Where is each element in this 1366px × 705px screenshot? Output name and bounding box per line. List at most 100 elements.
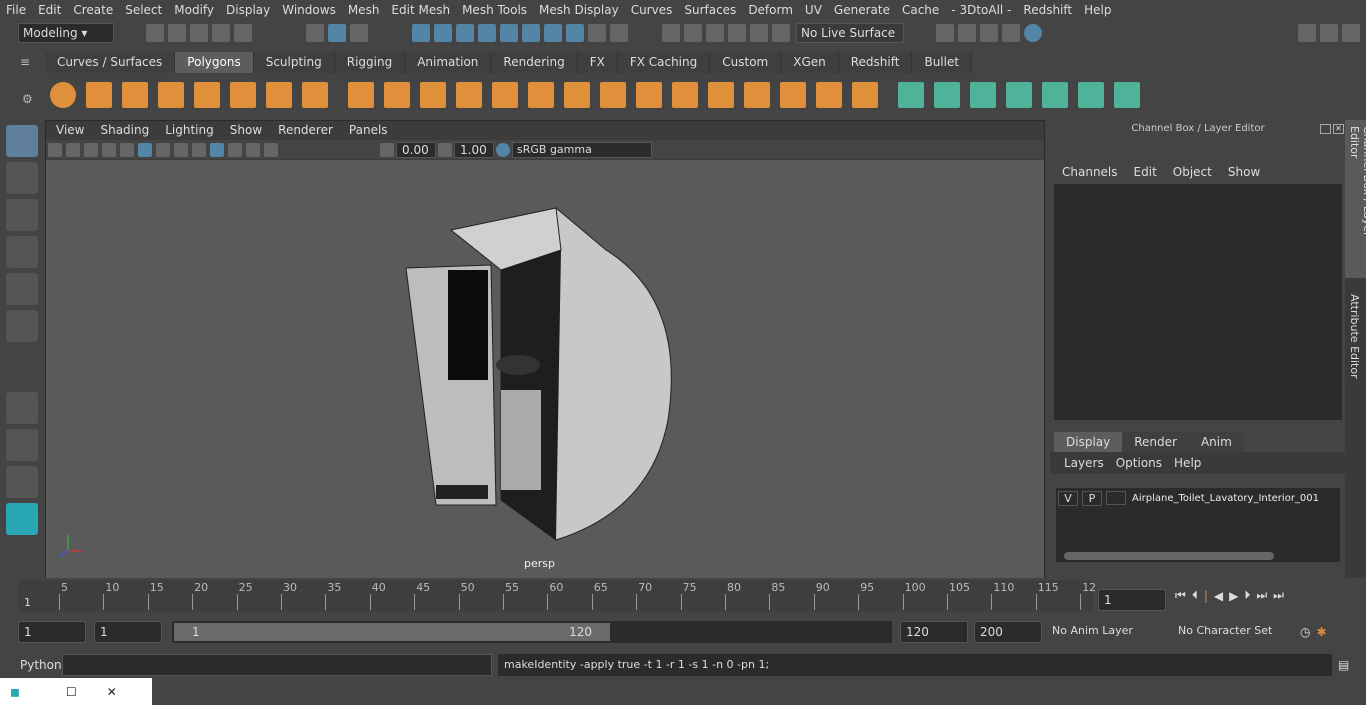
reduce-icon[interactable] xyxy=(528,82,554,108)
workspace-icon[interactable] xyxy=(1298,24,1316,42)
layer-menu-layers[interactable]: Layers xyxy=(1058,456,1110,470)
insert-edge-loop-icon[interactable] xyxy=(708,82,734,108)
horizontal-scrollbar[interactable] xyxy=(1064,552,1274,560)
viewport-menu-lighting[interactable]: Lighting xyxy=(157,121,222,140)
live-surface-field[interactable]: No Live Surface xyxy=(796,23,904,43)
merge-icon[interactable] xyxy=(816,82,842,108)
poly-pyramid-icon[interactable] xyxy=(266,82,292,108)
maya-window-icon[interactable]: ◼ xyxy=(10,685,20,699)
render-settings-icon[interactable] xyxy=(544,24,562,42)
render-globals-icon[interactable] xyxy=(1002,24,1020,42)
move-tool-icon[interactable] xyxy=(6,236,38,268)
menu-mesh-tools[interactable]: Mesh Tools xyxy=(456,0,533,20)
ipr-render-icon[interactable] xyxy=(980,24,998,42)
layer-type-toggle[interactable] xyxy=(1106,491,1126,505)
isolate-icon[interactable] xyxy=(228,142,242,157)
single-view-icon[interactable] xyxy=(6,392,38,424)
tab-custom[interactable]: Custom xyxy=(710,52,782,73)
uv-automatic-icon[interactable] xyxy=(1006,82,1032,108)
menu-modify[interactable]: Modify xyxy=(168,0,220,20)
render-frame-icon[interactable] xyxy=(958,24,976,42)
menu-help[interactable]: Help xyxy=(1078,0,1117,20)
tab-attribute-editor[interactable]: Attribute Editor xyxy=(1345,288,1364,385)
mode-dropdown[interactable]: Modeling ▾ xyxy=(18,23,114,43)
menu-surfaces[interactable]: Surfaces xyxy=(678,0,742,20)
shadows-icon[interactable] xyxy=(192,142,206,157)
snap-curve-icon[interactable] xyxy=(434,24,452,42)
auto-key-icon[interactable]: ◷ xyxy=(1300,625,1310,639)
tab-fx[interactable]: FX xyxy=(577,52,618,73)
go-to-end-icon[interactable]: ⏭ xyxy=(1273,588,1284,603)
tab-bullet[interactable]: Bullet xyxy=(912,52,973,73)
extrude-icon[interactable] xyxy=(600,82,626,108)
exposure-icon[interactable] xyxy=(380,142,394,157)
make-live-icon[interactable] xyxy=(772,24,790,42)
soft-select-icon[interactable] xyxy=(706,24,724,42)
channel-menu-object[interactable]: Object xyxy=(1165,165,1220,179)
tab-animation[interactable]: Animation xyxy=(405,52,492,73)
step-back-icon[interactable]: ⏴ xyxy=(1192,588,1198,603)
end-frame-field[interactable] xyxy=(974,621,1042,643)
anim-layer-dropdown[interactable]: No Anim Layer xyxy=(1048,622,1168,642)
toggle-sidebar-icon[interactable] xyxy=(1342,24,1360,42)
menu-display[interactable]: Display xyxy=(220,0,276,20)
uv-checker-icon[interactable] xyxy=(1078,82,1104,108)
outliner-layout-icon[interactable] xyxy=(6,466,38,498)
tab-xgen[interactable]: XGen xyxy=(781,52,839,73)
combine-icon[interactable] xyxy=(348,82,374,108)
step-forward-icon[interactable]: ⏭ xyxy=(1256,588,1267,603)
bevel-icon[interactable] xyxy=(672,82,698,108)
boolean-icon[interactable] xyxy=(492,82,518,108)
tab-channel-box[interactable]: Channel Box / Layer Editor xyxy=(1345,120,1366,278)
snap-vertex-icon[interactable] xyxy=(522,24,540,42)
select-tool-icon[interactable] xyxy=(6,125,38,157)
menu-edit-mesh[interactable]: Edit Mesh xyxy=(385,0,456,20)
uv-cut-icon[interactable] xyxy=(1114,82,1140,108)
multi-cut-icon[interactable] xyxy=(564,82,590,108)
hypershade-icon[interactable] xyxy=(1024,24,1042,42)
smooth-icon[interactable] xyxy=(456,82,482,108)
snap-surface-icon[interactable] xyxy=(500,24,518,42)
lights-icon[interactable] xyxy=(174,142,188,157)
time-slider[interactable]: 1 5 10 15 20 25 30 35 40 45 50 55 60 65 70 75 80 85 90 95 10… xyxy=(18,580,1096,612)
menu-uv[interactable]: UV xyxy=(799,0,828,20)
tab-redshift[interactable]: Redshift xyxy=(838,52,913,73)
tab-sculpting[interactable]: Sculpting xyxy=(253,52,335,73)
layer-visibility-toggle[interactable]: V xyxy=(1058,490,1078,506)
camera-icon[interactable] xyxy=(48,142,62,157)
command-input[interactable] xyxy=(62,654,492,676)
save-scene-icon[interactable] xyxy=(190,24,208,42)
go-to-start-icon[interactable]: ⏮ xyxy=(1175,588,1186,603)
snap-point-icon[interactable] xyxy=(456,24,474,42)
select-component-icon[interactable] xyxy=(350,24,368,42)
gamma-icon[interactable] xyxy=(438,142,452,157)
menu-mesh[interactable]: Mesh xyxy=(342,0,386,20)
menu-windows[interactable]: Windows xyxy=(276,0,342,20)
channel-menu-show[interactable]: Show xyxy=(1220,165,1268,179)
shelf-menu-icon[interactable]: ≡ xyxy=(20,55,36,69)
magnet-icon[interactable] xyxy=(750,24,768,42)
motion-blur-icon[interactable] xyxy=(264,142,278,157)
play-backward-icon[interactable]: ◀ xyxy=(1214,589,1223,603)
tab-fx-caching[interactable]: FX Caching xyxy=(617,52,711,73)
float-panel-icon[interactable] xyxy=(1320,124,1331,134)
redo-icon[interactable] xyxy=(234,24,252,42)
preferences-icon[interactable]: ✱ xyxy=(1316,625,1326,639)
layer-tab-render[interactable]: Render xyxy=(1122,432,1189,452)
menu--3dtoall-[interactable]: - 3DtoAll - xyxy=(945,0,1017,20)
grid-icon[interactable] xyxy=(102,142,116,157)
uv-unfold-icon[interactable] xyxy=(1042,82,1068,108)
menu-generate[interactable]: Generate xyxy=(828,0,896,20)
layer-playback-toggle[interactable]: P xyxy=(1082,490,1102,506)
menu-cache[interactable]: Cache xyxy=(896,0,945,20)
viewport-canvas[interactable]: persp xyxy=(46,160,1044,578)
step-back-key-icon[interactable]: | xyxy=(1204,589,1208,603)
menu-select[interactable]: Select xyxy=(119,0,168,20)
layer-menu-help[interactable]: Help xyxy=(1168,456,1207,470)
open-scene-icon[interactable] xyxy=(168,24,186,42)
play-forward-icon[interactable]: ▶ xyxy=(1229,589,1238,603)
color-management-icon[interactable] xyxy=(496,142,510,157)
lasso-tool-icon[interactable] xyxy=(6,162,38,194)
separate-icon[interactable] xyxy=(384,82,410,108)
bookmark-icon[interactable] xyxy=(84,142,98,157)
